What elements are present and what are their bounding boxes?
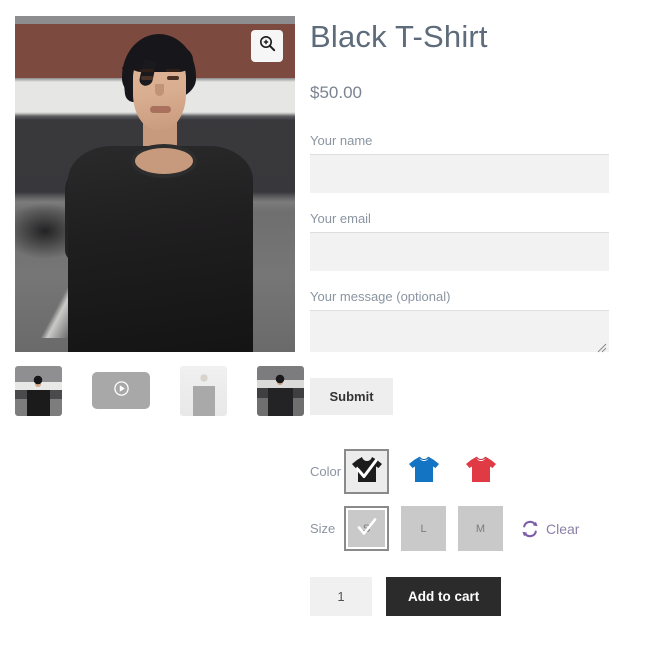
your-name-field[interactable] [310, 154, 609, 194]
main-product-image[interactable] [15, 16, 295, 352]
size-swatch-l[interactable]: L [401, 506, 446, 552]
thumbnail-photo-3[interactable] [180, 366, 227, 416]
product-summary: Black T-Shirt $50.00 Your name Your emai… [310, 0, 649, 646]
thumbnail-video[interactable] [92, 372, 150, 409]
your-message-field[interactable] [310, 310, 609, 353]
your-email-field[interactable] [310, 232, 609, 272]
color-label: Color [310, 464, 342, 480]
refresh-icon [521, 520, 539, 538]
size-swatch-s-label: S [362, 522, 371, 535]
page-title: Black T-Shirt [310, 19, 488, 54]
tshirt-black-icon [351, 455, 383, 489]
field-your-name: Your name [310, 133, 624, 194]
thumbnail-strip [15, 366, 304, 416]
color-variation-row: Color [310, 449, 624, 495]
size-swatch-s[interactable]: S [344, 506, 389, 552]
size-swatch-m-label: M [475, 522, 486, 535]
thumbnail-photo-1[interactable] [15, 366, 62, 416]
zoom-image-button[interactable] [251, 30, 283, 62]
add-to-cart-button[interactable]: Add to cart [386, 577, 502, 617]
play-circle-icon [113, 380, 130, 402]
size-swatch-m[interactable]: M [458, 506, 503, 552]
add-to-cart-row: Add to cart [310, 577, 624, 617]
product-variations: Color Size S L M Clear [310, 449, 624, 552]
product-gallery [0, 0, 310, 646]
color-swatch-black[interactable] [344, 449, 389, 495]
your-message-label: Your message (optional) [310, 289, 451, 305]
clear-label: Clear [546, 520, 580, 537]
size-variation-row: Size S L M Clear [310, 506, 624, 552]
color-swatch-red[interactable] [458, 449, 503, 494]
contact-form: Your name Your email Your message (optio… [310, 133, 624, 416]
size-swatch-l-label: L [420, 522, 427, 535]
field-your-email: Your email [310, 211, 624, 272]
your-name-label: Your name [310, 133, 373, 149]
quantity-input[interactable] [310, 577, 372, 617]
clear-variations-link[interactable]: Clear [521, 520, 579, 538]
your-email-label: Your email [310, 211, 371, 227]
tshirt-blue-icon [408, 455, 440, 489]
magnifier-plus-icon [259, 35, 276, 57]
color-swatch-blue[interactable] [401, 449, 446, 494]
photo-subject [15, 16, 295, 352]
submit-button[interactable]: Submit [310, 378, 393, 416]
product-price: $50.00 [310, 83, 362, 103]
field-your-message: Your message (optional) [310, 289, 624, 353]
size-label: Size [310, 521, 336, 537]
tshirt-red-icon [465, 455, 497, 489]
product-page: Black T-Shirt $50.00 Your name Your emai… [0, 0, 649, 646]
thumbnail-photo-4[interactable] [257, 366, 304, 416]
